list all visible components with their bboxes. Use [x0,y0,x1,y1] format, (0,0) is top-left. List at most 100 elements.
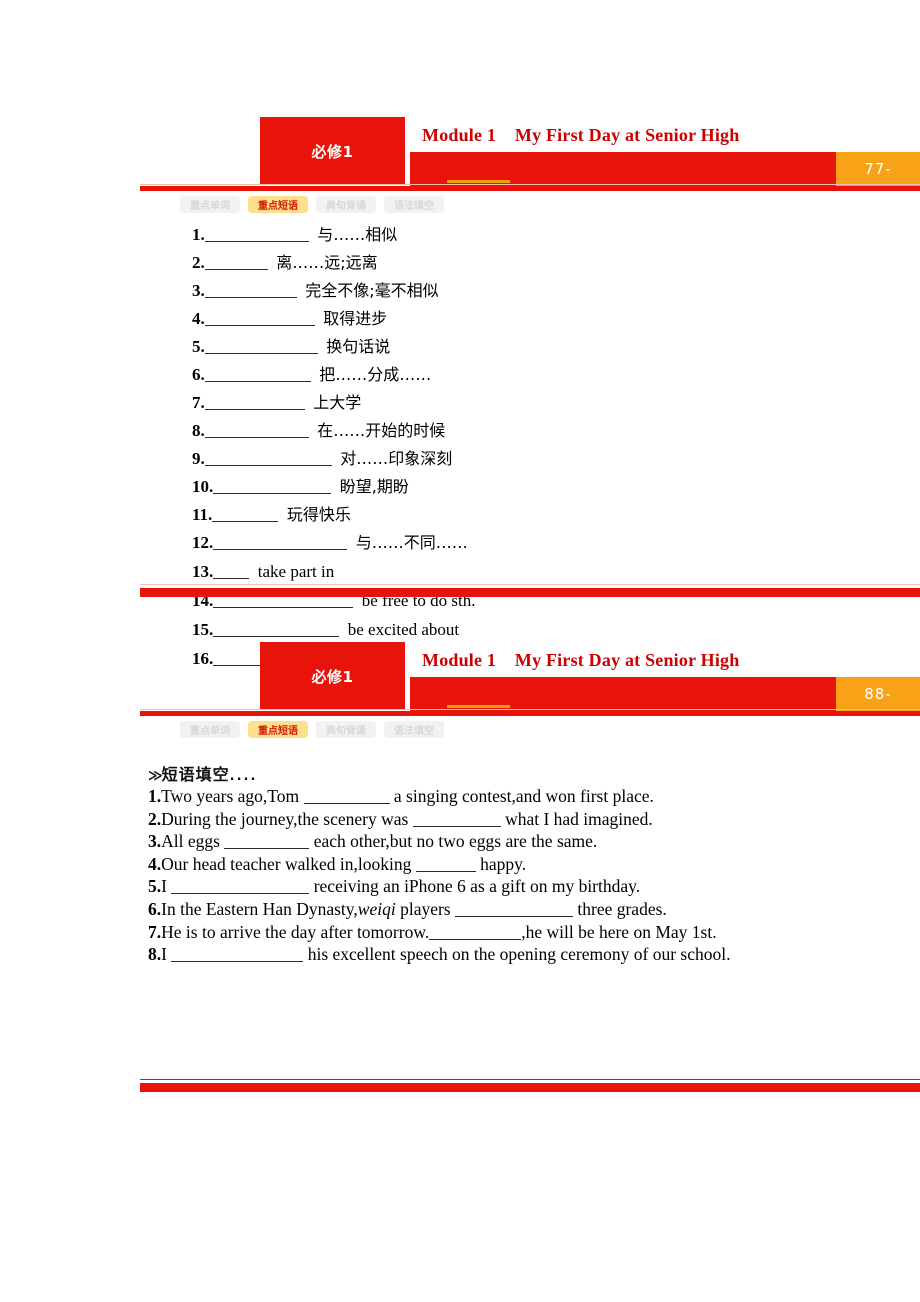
sentence-text: In the Eastern Han Dynasty, [161,898,358,919]
tab-2-active[interactable]: 重点短语 [248,196,308,213]
phrase-meaning: take part in [257,562,335,581]
header-rule [140,711,920,716]
sentence-text: what I had imagined. [500,808,653,829]
phrase-meaning: 对……印象深刻 [340,449,453,468]
tab-bar[interactable]: 重点单词 重点短语 典句背诵 语法填空 [180,721,444,738]
exercise-number: 2. [148,808,162,829]
answer-blank[interactable] [412,812,501,827]
answer-blank[interactable] [415,857,476,872]
exercise-item: 3.All eggs each other,but no two eggs ar… [148,830,920,853]
phrase-number: 12. [192,533,214,552]
answer-blank[interactable] [204,367,311,382]
exercise-item: 4.Our head teacher walked in,looking hap… [148,853,920,876]
phrase-list: 1. 与……相似 2. 离……远;远离 3. 完全不像;毫不相似 4. 取得进步 5. … [192,221,892,673]
answer-blank[interactable] [213,564,250,579]
phrase-number: 9. [192,449,205,468]
answer-blank[interactable] [204,395,305,410]
phrase-number: 6. [192,365,205,384]
answer-blank[interactable] [213,535,348,550]
double-chevron-right-icon: ≫ [148,768,163,784]
compulsory-badge: 必修1 [260,117,405,185]
answer-blank[interactable] [204,227,309,242]
phrase-meaning: 取得进步 [323,309,388,328]
phrase-meaning: 与……不同…… [355,533,468,552]
answer-blank[interactable] [171,947,304,963]
tab-3[interactable]: 典句背诵 [316,196,376,213]
sentence-text: a singing contest,and won first place. [389,786,654,806]
sentence-text: ,he will be here on May 1st. [521,921,717,942]
phrase-meaning: 完全不像;毫不相似 [305,281,439,300]
answer-blank[interactable] [213,479,332,494]
phrase-number: 13. [192,562,214,581]
exercise-item: 1.Two years ago,Tom a singing contest,an… [148,785,920,808]
answer-blank[interactable] [455,902,573,917]
phrase-row: 10. 盼望,期盼 [192,473,892,501]
tab-1[interactable]: 重点单词 [180,721,240,738]
module-title: Module 1 My First Day at Senior High [422,650,740,670]
exercise-heading: ≫短语填空.... [148,761,257,785]
answer-blank[interactable] [204,283,297,298]
section-exercise: 必修1 Module 1 My First Day at Senior High… [140,637,920,964]
phrase-meaning: 在……开始的时候 [317,421,446,440]
answer-blank[interactable] [171,879,310,895]
header-rule-thin [140,709,920,710]
tab-bar[interactable]: 重点单词 重点短语 典句背诵 语法填空 [180,196,444,213]
answer-blank[interactable] [303,789,390,804]
tab-2-active[interactable]: 重点短语 [248,721,308,738]
section-bottom-rule [140,588,920,597]
section-phrases: 必修1 Module 1 My First Day at Senior High… [140,112,920,668]
exercise-number: 7. [148,921,162,942]
phrase-number: 11. [192,505,213,524]
header-orange-accent [447,180,510,183]
phrase-meaning: 离……远;远离 [276,253,378,272]
answer-blank[interactable] [204,255,268,270]
tab-4[interactable]: 语法填空 [384,196,444,213]
exercise-item: 6.In the Eastern Han Dynasty,weiqi playe… [148,898,920,921]
phrase-row: 3. 完全不像;毫不相似 [192,277,892,305]
answer-blank[interactable] [212,507,279,522]
sentence-text: He is to arrive the day after tomorrow. [161,921,430,942]
section-header: 必修1 Module 1 My First Day at Senior High… [140,112,920,191]
phrase-row: 2. 离……远;远离 [192,249,892,277]
header-orange-accent [447,705,510,708]
sentence-text: Two years ago,Tom [161,786,304,806]
module-title: Module 1 My First Day at Senior High [422,125,740,145]
tab-4[interactable]: 语法填空 [384,721,444,738]
exercise-item: 5.I receiving an iPhone 6 as a gift on m… [148,875,920,898]
phrase-row: 5. 换句话说 [192,333,892,361]
exercise-number: 8. [148,944,162,965]
sentence-text: I [161,944,172,965]
phrase-row: 4. 取得进步 [192,305,892,333]
page-footer-rule [140,1083,920,1092]
phrase-number: 4. [192,309,205,328]
sentence-text: I [161,876,172,897]
header-rule [140,186,920,191]
page-number-chip: 88- [836,677,920,711]
answer-blank[interactable] [429,925,522,940]
sentence-text: happy. [475,853,527,874]
phrase-number: 7. [192,393,205,412]
answer-blank[interactable] [204,339,318,354]
exercise-list: 1.Two years ago,Tom a singing contest,an… [148,785,920,966]
phrase-meaning: 上大学 [313,393,362,412]
answer-blank[interactable] [213,622,340,637]
exercise-heading-text: 短语填空 [161,765,230,784]
answer-blank[interactable] [204,311,315,326]
tab-1[interactable]: 重点单词 [180,196,240,213]
answer-blank[interactable] [204,423,309,438]
phrase-number: 2. [192,253,205,272]
tab-3[interactable]: 典句背诵 [316,721,376,738]
answer-blank[interactable] [204,451,332,466]
section-header: 必修1 Module 1 My First Day at Senior High… [140,637,920,716]
exercise-item: 2.During the journey,the scenery was wha… [148,808,920,831]
sentence-text: his excellent speech on the opening cere… [303,944,731,965]
answer-blank[interactable] [224,834,310,850]
